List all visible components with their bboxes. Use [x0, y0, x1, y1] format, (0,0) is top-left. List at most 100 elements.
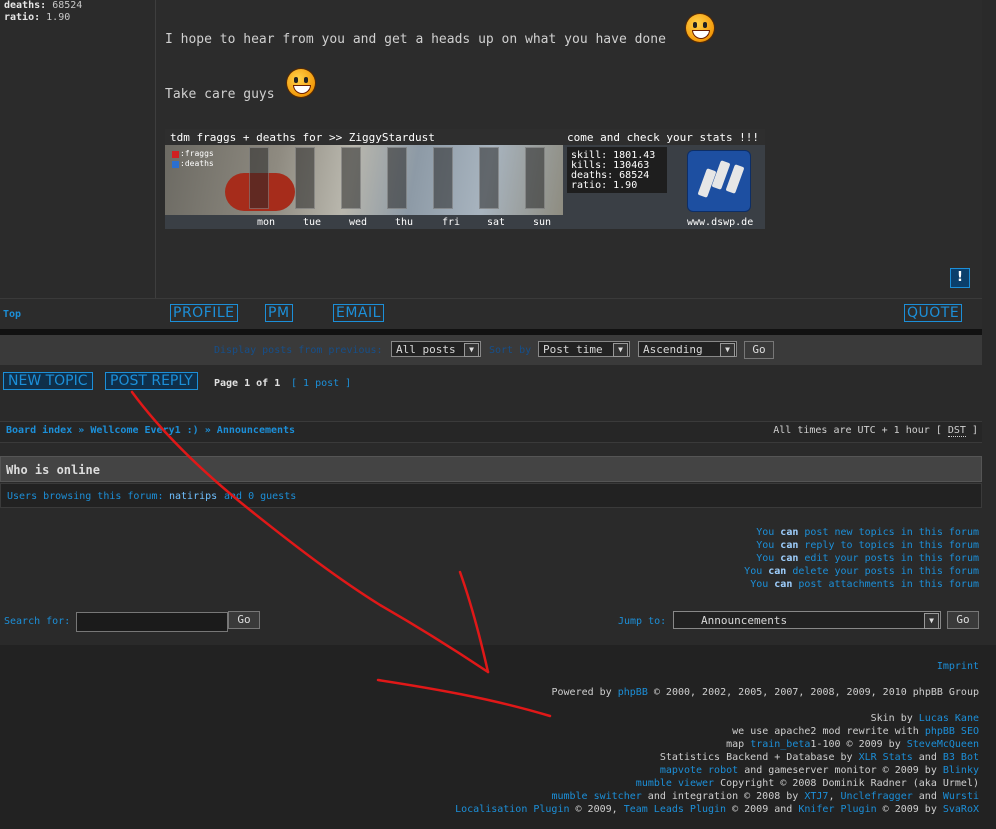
top-link[interactable]: Top [3, 309, 21, 320]
jump-to-select[interactable]: Announcements ▼ [673, 611, 941, 629]
b3-bot-link[interactable]: B3 Bot [943, 752, 979, 763]
banner-screenshot-image: :fraggs :deaths [165, 145, 563, 215]
who-is-online-header: Who is online [0, 456, 982, 482]
permission-line: You can delete your posts in this forum [744, 566, 979, 577]
permission-line: You can reply to topics in this forum [756, 540, 979, 551]
permission-line: You can post attachments in this forum [750, 579, 979, 590]
post-count: [ 1 post ] [291, 378, 352, 389]
chart-bar [341, 147, 361, 209]
dst-abbr: DST [947, 425, 966, 437]
timezone-prefix: All times are UTC + 1 hour [ [773, 425, 942, 436]
sort-by-label: Sort by [489, 345, 532, 356]
breadcrumb: Board index » Wellcome Every1 :) » Annou… [0, 421, 982, 443]
team-leads-plugin-link[interactable]: Team Leads Plugin [624, 804, 726, 815]
phpbb-seo-link[interactable]: phpBB SEO [925, 726, 979, 737]
blinky-link[interactable]: Blinky [943, 765, 979, 776]
banner-cta: come and check your stats !!! [567, 131, 760, 144]
mumble-switcher-link[interactable]: mumble switcher [551, 791, 641, 802]
mapvote-link[interactable]: mapvote robot [660, 765, 738, 776]
jump-go-button[interactable]: Go [947, 611, 979, 629]
who-is-online-body: Users browsing this forum: natirips and … [0, 483, 982, 508]
day-label: mon [257, 217, 276, 228]
search-input[interactable] [76, 612, 228, 632]
svarox-link[interactable]: SvaRoX [943, 804, 979, 815]
ratio-value: 1.90 [46, 12, 71, 23]
imprint-link[interactable]: Imprint [937, 661, 979, 672]
browsing-label: Users browsing this forum: [7, 491, 164, 502]
display-options-bar: Display posts from previous: All posts ▼… [0, 335, 982, 365]
day-label: sun [533, 217, 552, 228]
chevron-down-icon: ▼ [720, 343, 735, 357]
deaths-value: 68524 [52, 0, 83, 11]
sort-direction-value: Ascending [643, 343, 703, 356]
display-go-button[interactable]: Go [744, 341, 774, 359]
banner-header: tdm fraggs + deaths for >> ZiggyStardust… [165, 129, 765, 145]
mumble-viewer-link[interactable]: mumble viewer [636, 778, 714, 789]
chart-bar [295, 147, 315, 209]
search-go-button[interactable]: Go [228, 611, 260, 629]
profile-button[interactable]: PROFILE [170, 304, 238, 322]
banner-site-url: www.dswp.de [687, 217, 754, 228]
post-action-row: Top PROFILE PM EMAIL QUOTE [0, 298, 982, 329]
day-label: fri [442, 217, 461, 228]
chart-bar [479, 147, 499, 209]
report-post-icon[interactable]: ! [950, 268, 970, 288]
breadcrumb-announcements[interactable]: Announcements [217, 425, 295, 436]
search-label: Search for: [4, 616, 71, 627]
map-credit-line: map train_beta1-100 © 2009 by SteveMcQue… [726, 739, 979, 750]
page-info: Page 1 of 1 [214, 378, 281, 389]
breadcrumb-forum[interactable]: Wellcome Every1 :) [90, 425, 198, 436]
map-author-link[interactable]: SteveMcQueen [907, 739, 979, 750]
quote-button[interactable]: QUOTE [904, 304, 963, 322]
deaths-label: deaths: [4, 0, 47, 11]
localisation-plugin-link[interactable]: Localisation Plugin [455, 804, 569, 815]
dswp-logo-icon [687, 150, 751, 212]
guests-count: and 0 guests [224, 491, 297, 502]
stat-ratio: ratio: 1.90 [571, 180, 638, 191]
day-label: thu [395, 217, 414, 228]
powered-by-line: Powered by phpBB © 2000, 2002, 2005, 200… [551, 687, 980, 698]
post-container: deaths: 68524 ratio: 1.90 I hope to hear… [0, 0, 982, 298]
banner-title: tdm fraggs + deaths for >> ZiggyStardust [170, 131, 435, 144]
sort-field-select[interactable]: Post time ▼ [538, 341, 630, 357]
wursti-link[interactable]: Wursti [943, 791, 979, 802]
chevron-down-icon: ▼ [924, 613, 939, 629]
day-label: tue [303, 217, 322, 228]
breadcrumb-board-index[interactable]: Board index [6, 425, 72, 436]
breadcrumb-separator: » [204, 425, 211, 436]
fraggs-legend-swatch [172, 151, 179, 158]
chart-bar [525, 147, 545, 209]
jump-to-value: Announcements [701, 614, 788, 627]
permission-line: You can edit your posts in this forum [756, 553, 979, 564]
sort-direction-select[interactable]: Ascending ▼ [638, 341, 737, 357]
knifer-plugin-link[interactable]: Knifer Plugin [798, 804, 876, 815]
new-topic-button[interactable]: NEW TOPIC [3, 372, 93, 390]
email-button[interactable]: EMAIL [333, 304, 384, 322]
post-text-line-1: I hope to hear from you and get a heads … [165, 32, 666, 47]
chevron-down-icon: ▼ [613, 343, 628, 357]
phpbb-link[interactable]: phpBB [618, 687, 648, 698]
skin-author-link[interactable]: Lucas Kane [919, 713, 979, 724]
grin-smiley-icon [686, 14, 714, 42]
post-reply-button[interactable]: POST REPLY [105, 372, 198, 390]
online-user-link[interactable]: natirips [169, 491, 217, 502]
days-range-value: All posts [396, 343, 456, 356]
chart-bar [387, 147, 407, 209]
stats-credit-line: Statistics Backend + Database by XLR Sta… [659, 752, 979, 763]
days-range-select[interactable]: All posts ▼ [391, 341, 481, 357]
banner-stats-box: skill: 1801.43 kills: 130463 deaths: 685… [567, 147, 667, 193]
chart-bar [433, 147, 453, 209]
signature-stats-banner[interactable]: tdm fraggs + deaths for >> ZiggyStardust… [165, 129, 765, 229]
post-text-line-2: Take care guys [165, 87, 275, 102]
footer: Imprint Powered by phpBB © 2000, 2002, 2… [0, 645, 996, 829]
seo-credit-line: we use apache2 mod rewrite with phpBB SE… [732, 726, 979, 737]
permission-line: You can post new topics in this forum [756, 527, 979, 538]
chevron-down-icon: ▼ [464, 343, 479, 357]
unclefragger-link[interactable]: Unclefragger [841, 791, 913, 802]
pm-button[interactable]: PM [265, 304, 293, 322]
xlr-stats-link[interactable]: XLR Stats [859, 752, 913, 763]
map-link[interactable]: train_beta [750, 739, 810, 750]
day-label: wed [349, 217, 368, 228]
xtj7-link[interactable]: XTJ7 [804, 791, 828, 802]
mumble-switcher-credit-line: mumble switcher and integration © 2008 b… [551, 791, 979, 802]
